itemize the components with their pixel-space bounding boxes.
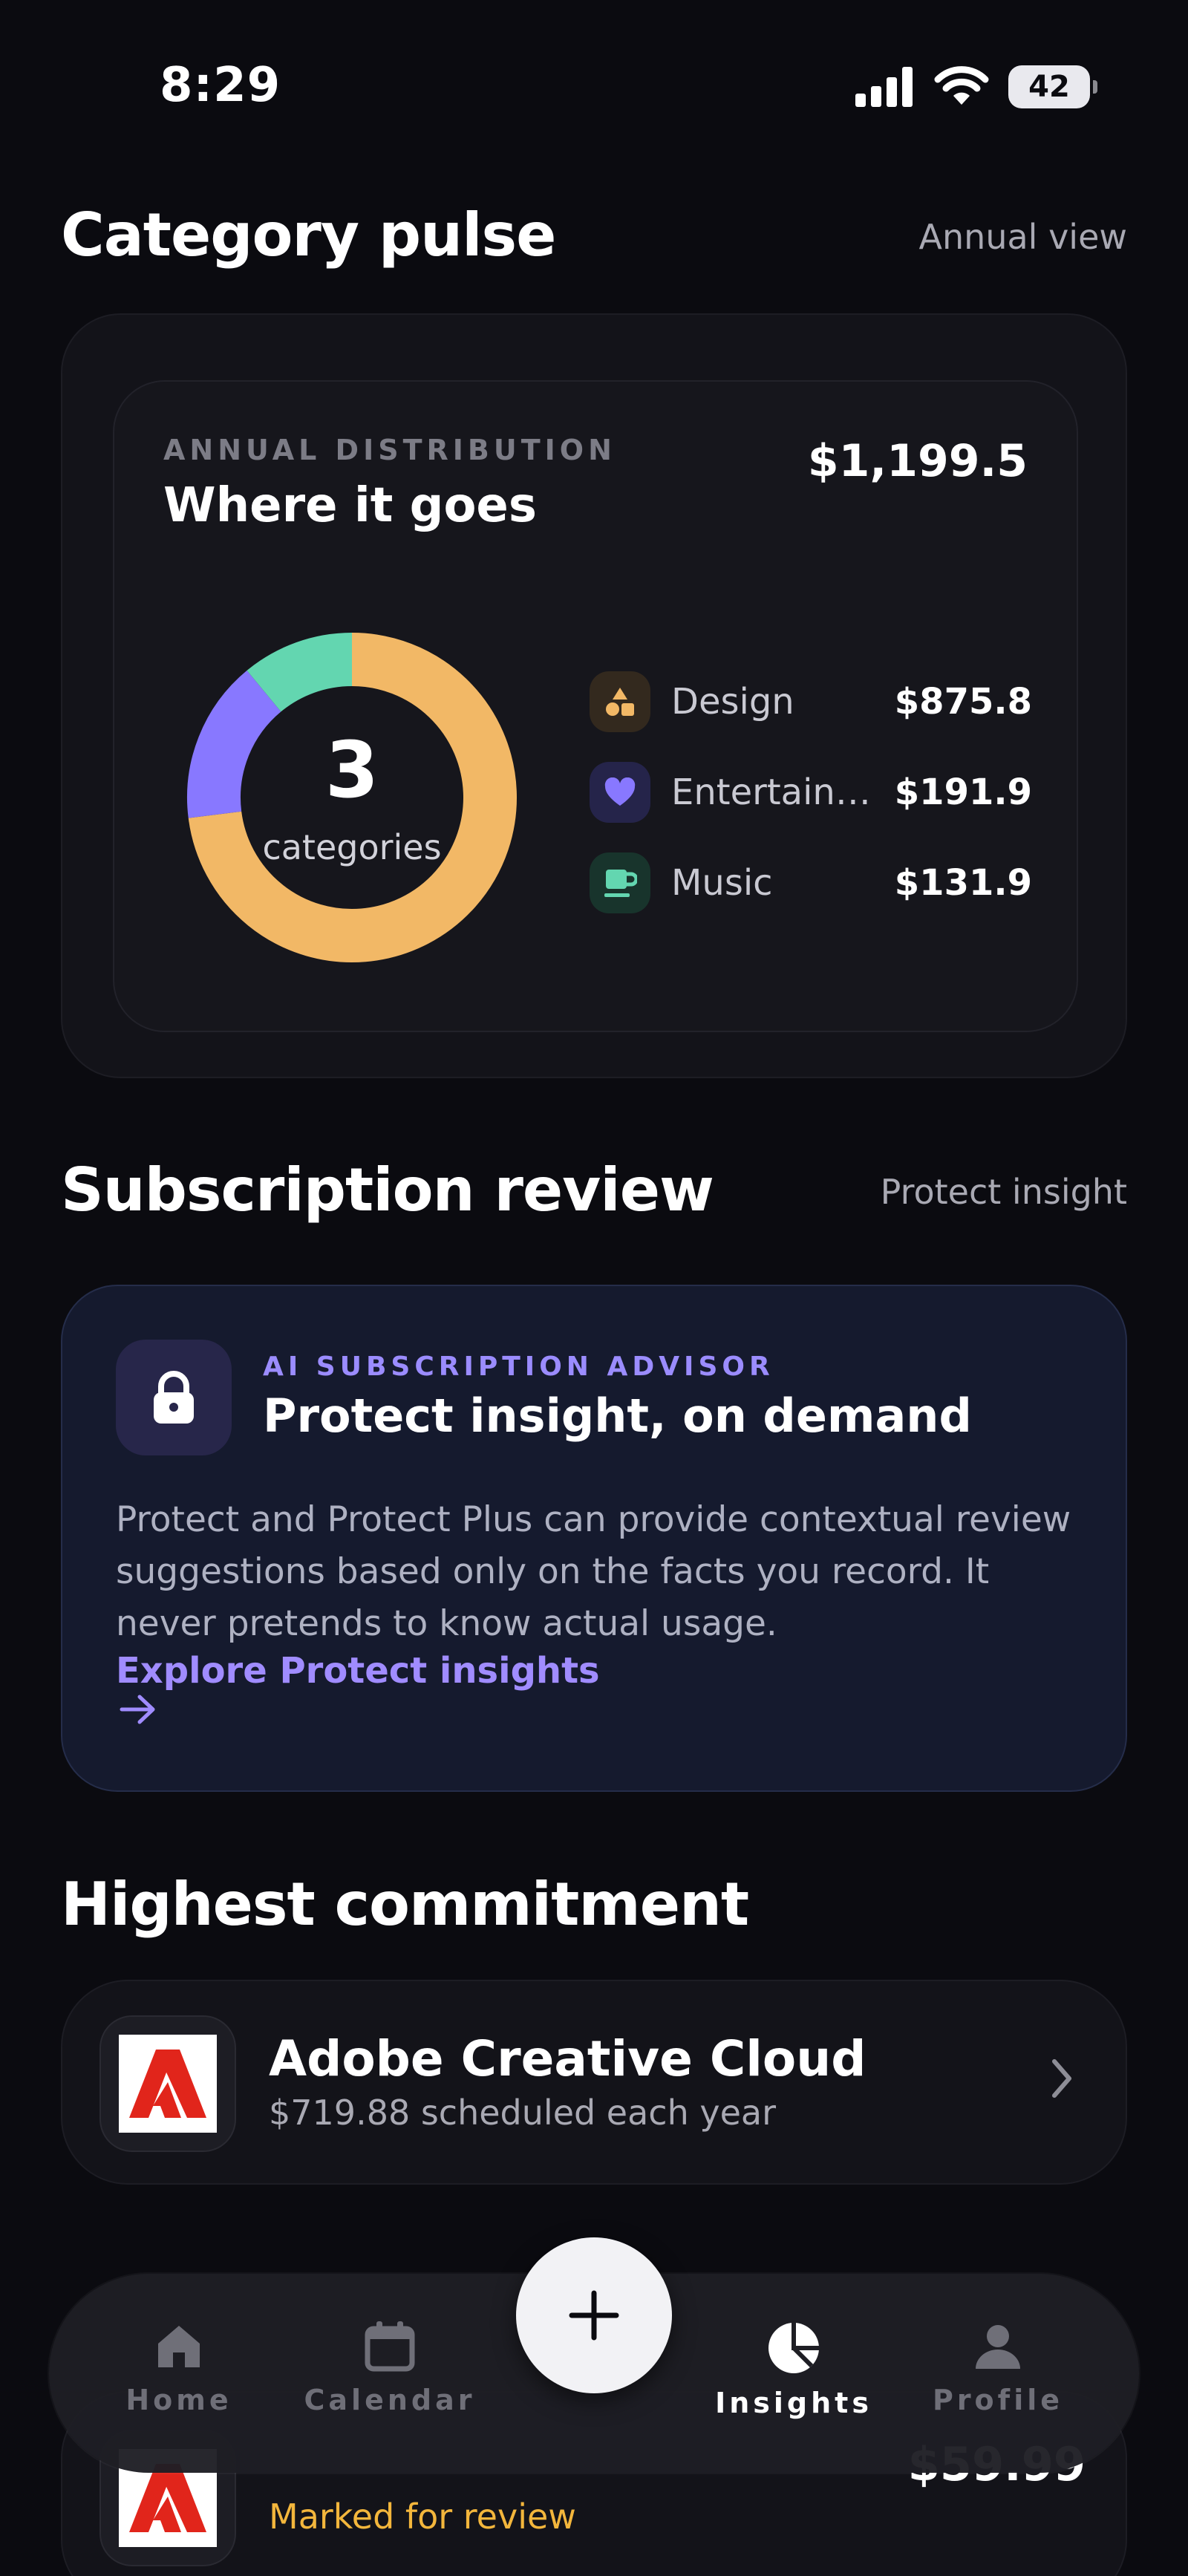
cup-icon [590, 852, 650, 913]
arrow-right-icon[interactable] [119, 1693, 157, 1726]
plus-icon [569, 2290, 619, 2341]
pie-chart-icon [768, 2323, 819, 2373]
section-title-subscription-review: Subscription review [61, 1155, 714, 1225]
section-title-category-pulse: Category pulse [61, 200, 556, 270]
heart-icon [590, 762, 650, 823]
ai-advisor-card[interactable]: AI SUBSCRIPTION ADVISOR Protect insight,… [61, 1285, 1127, 1792]
distribution-heading: Where it goes [163, 478, 537, 533]
shapes-icon [590, 671, 650, 732]
advisor-title: Protect insight, on demand [263, 1389, 972, 1443]
legend-row-design[interactable]: Design $875.8 [590, 671, 1032, 732]
tab-home[interactable]: Home [86, 2320, 272, 2416]
tab-calendar[interactable]: Calendar [297, 2320, 483, 2416]
home-icon [158, 2326, 200, 2367]
battery-indicator: 42 [1008, 65, 1097, 108]
commitment-subtitle: $719.88 scheduled each year [269, 2093, 776, 2133]
tab-label: Home [125, 2384, 232, 2416]
tab-profile[interactable]: Profile [905, 2320, 1091, 2416]
advisor-body: Protect and Protect Plus can provide con… [116, 1499, 1071, 1644]
section-title-highest-commitment: Highest commitment [61, 1870, 749, 1939]
protect-insight-link[interactable]: Protect insight [881, 1172, 1127, 1212]
wifi-icon [934, 66, 989, 105]
add-subscription-button[interactable] [516, 2237, 672, 2393]
adobe-logo [119, 2035, 217, 2133]
chevron-right-icon [1052, 2059, 1071, 2098]
lock-icon [116, 1340, 232, 1455]
legend-name: Design [671, 681, 794, 723]
category-legend: Design $875.8 Entertainm... $191.9 Music… [590, 671, 1032, 943]
tab-label: Profile [932, 2384, 1064, 2416]
commitment-name: Adobe Creative Cloud [269, 2030, 866, 2087]
donut-center-label: categories [262, 827, 442, 867]
cellular-signal-icon [855, 67, 913, 107]
legend-value: $131.9 [894, 862, 1032, 904]
annual-view-link[interactable]: Annual view [919, 217, 1127, 257]
legend-value: $191.9 [894, 772, 1032, 813]
calendar-icon [365, 2321, 415, 2372]
adobe-app-tile [99, 2015, 236, 2152]
person-icon [976, 2325, 1020, 2369]
tab-label: Calendar [304, 2384, 476, 2416]
screen: 8:29 42 Category pulse Annual view ANNUA… [0, 0, 1188, 2576]
legend-row-entertainment[interactable]: Entertainm... $191.9 [590, 762, 1032, 823]
review-status: Marked for review [269, 2497, 576, 2537]
distribution-eyebrow: ANNUAL DISTRIBUTION [163, 434, 616, 466]
distribution-card: ANNUAL DISTRIBUTION Where it goes $1,199… [113, 380, 1078, 1032]
category-pulse-card: ANNUAL DISTRIBUTION Where it goes $1,199… [61, 313, 1127, 1078]
legend-name: Music [671, 862, 773, 904]
battery-level: 42 [1028, 70, 1070, 104]
legend-row-music[interactable]: Music $131.9 [590, 852, 1032, 913]
donut-center-count: 3 [324, 725, 379, 815]
advisor-eyebrow: AI SUBSCRIPTION ADVISOR [263, 1351, 774, 1382]
explore-insights-link[interactable]: Explore Protect insights [116, 1650, 600, 1692]
donut-slice-music [247, 633, 353, 712]
tab-insights[interactable]: Insights [701, 2320, 887, 2419]
legend-name: Entertainm... [671, 772, 883, 813]
tab-label: Insights [715, 2387, 872, 2419]
distribution-total: $1,199.5 [807, 435, 1028, 487]
status-time: 8:29 [160, 58, 281, 113]
status-indicators: 42 [855, 65, 1097, 108]
commitment-item[interactable]: Adobe Creative Cloud $719.88 scheduled e… [61, 1980, 1127, 2185]
legend-value: $875.8 [894, 681, 1032, 723]
